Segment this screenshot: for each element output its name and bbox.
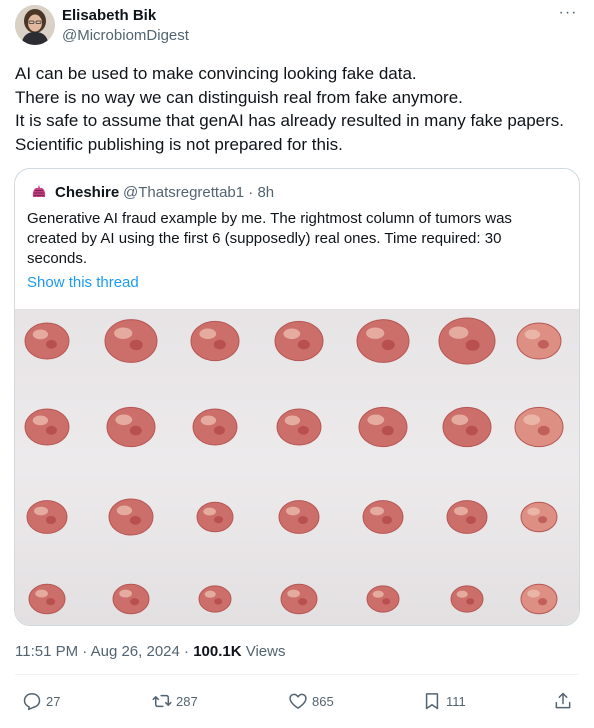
bookmark-button[interactable]: 111	[422, 690, 466, 712]
tweet-time[interactable]: 11:51 PM	[15, 643, 78, 660]
quoted-text: Generative AI fraud example by me. The r…	[27, 209, 567, 269]
tumor-sample	[192, 408, 238, 446]
tumor-sample	[198, 585, 232, 613]
tumor-sample	[278, 500, 320, 534]
reply-icon	[23, 693, 41, 711]
meta-separator: ·	[179, 643, 194, 660]
author-avatar-image	[15, 5, 55, 45]
tumor-sample	[276, 408, 322, 446]
divider	[15, 674, 579, 675]
reply-count: 27	[46, 693, 61, 709]
heart-icon	[289, 693, 307, 709]
quoted-author-name[interactable]: Cheshire	[55, 184, 119, 202]
tumor-sample	[520, 583, 558, 615]
tumor-sample	[438, 317, 496, 365]
tumor-sample	[190, 320, 240, 362]
tumor-sample	[280, 583, 318, 615]
tumor-sample	[24, 408, 70, 446]
retweet-button[interactable]: 287	[152, 690, 198, 712]
tumor-sample	[450, 585, 484, 613]
share-icon	[555, 692, 571, 709]
like-count: 865	[312, 693, 334, 709]
tumor-sample	[24, 322, 70, 360]
quoted-author-handle[interactable]: @Thatsregrettab1 · 8h	[123, 184, 274, 202]
tumor-grid	[24, 317, 564, 615]
cheshire-cat-avatar-icon[interactable]	[29, 182, 49, 202]
tumor-sample	[26, 500, 68, 534]
tumor-sample	[446, 500, 488, 534]
tumor-sample	[520, 501, 558, 533]
tweet-text-line: AI can be used to make convincing lookin…	[15, 64, 417, 83]
bookmark-icon	[425, 693, 439, 710]
views-count: 100.1K	[193, 643, 242, 660]
tumor-sample	[106, 406, 156, 448]
tweet-date[interactable]: Aug 26, 2024	[91, 643, 180, 660]
reply-button[interactable]: 27	[22, 690, 60, 712]
tumor-sample	[442, 406, 492, 448]
tumor-sample	[516, 322, 562, 360]
tumor-sample	[358, 406, 408, 448]
tumor-sample	[28, 583, 66, 615]
tweet-meta: 11:51 PM · Aug 26, 2024 · 100.1K Views	[15, 643, 286, 661]
retweet-count: 287	[176, 693, 198, 709]
views-label: Views	[241, 643, 286, 660]
quoted-tweet-card[interactable]: Cheshire @Thatsregrettab1 · 8h Generativ…	[14, 168, 580, 626]
tumor-sample	[362, 500, 404, 534]
retweet-icon	[152, 694, 172, 708]
tweet-text-line: Scientific publishing is not prepared fo…	[15, 134, 343, 154]
tweet-text-line: There is no way we can distinguish real …	[15, 87, 463, 107]
tumor-sample	[514, 406, 564, 448]
share-button[interactable]	[553, 690, 573, 712]
tumor-sample	[366, 585, 400, 613]
show-thread-link[interactable]: Show this thread	[27, 274, 139, 292]
quoted-text-line: seconds.	[27, 250, 88, 267]
tumor-sample	[274, 320, 324, 362]
like-button[interactable]: 865	[288, 690, 334, 712]
tumor-sample	[104, 319, 158, 363]
tumor-sample	[108, 498, 154, 536]
tweet-text: AI can be used to make convincing lookin…	[15, 62, 585, 156]
quoted-text-line: created by AI using the first 6 (suppose…	[27, 230, 502, 247]
author-handle[interactable]: @MicrobiomDigest	[62, 27, 189, 45]
tumor-sample	[112, 583, 150, 615]
tumor-samples-photo[interactable]	[15, 309, 579, 625]
tweet: Elisabeth Bik @MicrobiomDigest ··· AI ca…	[0, 0, 594, 728]
ellipsis-icon[interactable]: ···	[558, 5, 578, 26]
quoted-text-line: Generative AI fraud example by me. The r…	[27, 210, 512, 227]
tumor-sample	[196, 501, 234, 533]
author-avatar[interactable]	[15, 5, 55, 45]
author-name[interactable]: Elisabeth Bik	[62, 7, 156, 25]
bookmark-count: 111	[446, 693, 466, 709]
tumor-sample	[356, 319, 410, 363]
tweet-text-line: It is safe to assume that genAI has alre…	[15, 111, 565, 130]
meta-separator: ·	[78, 643, 91, 660]
